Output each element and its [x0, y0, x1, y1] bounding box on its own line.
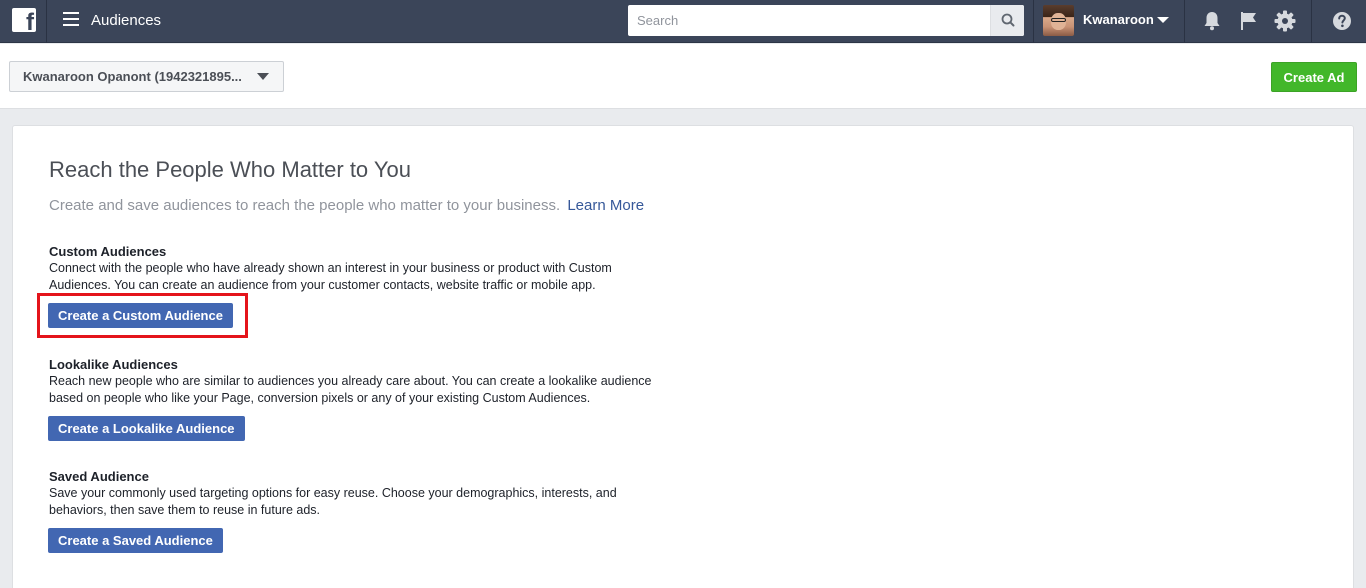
topbar-divider: [1311, 0, 1312, 43]
search-button[interactable]: [990, 5, 1024, 36]
create-lookalike-audience-button[interactable]: Create a Lookalike Audience: [48, 416, 245, 441]
chevron-down-icon[interactable]: [1157, 17, 1169, 23]
create-saved-audience-button[interactable]: Create a Saved Audience: [48, 528, 223, 553]
topbar-divider: [46, 0, 47, 43]
facebook-logo-icon[interactable]: f: [12, 8, 36, 32]
custom-audiences-section: Custom Audiences Connect with the people…: [49, 243, 709, 294]
saved-audience-section: Saved Audience Save your commonly used t…: [49, 468, 709, 519]
ad-account-header: Kwanaroon Opanont (1942321895... Create …: [0, 44, 1366, 109]
user-name[interactable]: Kwanaroon: [1083, 12, 1154, 27]
topbar-divider: [1184, 0, 1185, 43]
section-description: behaviors, then save them to reuse in fu…: [49, 503, 320, 517]
page-title: Reach the People Who Matter to You: [49, 157, 412, 182]
section-heading: Custom Audiences: [49, 244, 167, 259]
create-custom-audience-button[interactable]: Create a Custom Audience: [48, 303, 233, 328]
section-heading: Lookalike Audiences: [49, 357, 178, 372]
gear-icon[interactable]: [1273, 9, 1297, 33]
help-icon[interactable]: [1330, 9, 1354, 33]
search-box: [628, 5, 1024, 36]
avatar[interactable]: [1043, 5, 1074, 36]
bell-icon[interactable]: [1200, 9, 1224, 33]
chevron-down-icon: [257, 73, 269, 80]
search-icon: [1001, 13, 1015, 27]
section-description: Audiences. You can create an audience fr…: [49, 278, 596, 292]
section-description: Save your commonly used targeting option…: [49, 486, 617, 500]
flag-icon[interactable]: [1237, 9, 1261, 33]
ad-account-selector[interactable]: Kwanaroon Opanont (1942321895...: [9, 61, 284, 92]
page-subtitle: Create and save audiences to reach the p…: [49, 197, 644, 214]
search-input[interactable]: [628, 5, 990, 36]
hamburger-menu-icon[interactable]: [63, 12, 79, 28]
section-heading: Saved Audience: [49, 469, 149, 484]
app-title[interactable]: Audiences: [91, 12, 161, 29]
section-description: based on people who like your Page, conv…: [49, 391, 591, 405]
create-ad-button[interactable]: Create Ad: [1271, 62, 1357, 92]
top-navigation-bar: f Audiences Kwanaroon: [0, 0, 1366, 43]
ad-account-label: Kwanaroon Opanont (1942321895...: [23, 69, 242, 84]
lookalike-audiences-section: Lookalike Audiences Reach new people who…: [49, 356, 709, 407]
subtitle-text: Create and save audiences to reach the p…: [49, 197, 561, 214]
section-description: Connect with the people who have already…: [49, 261, 612, 275]
audiences-card: Reach the People Who Matter to You Creat…: [12, 125, 1354, 588]
topbar-divider: [1033, 0, 1034, 43]
section-description: Reach new people who are similar to audi…: [49, 374, 652, 388]
learn-more-link[interactable]: Learn More: [567, 197, 644, 214]
